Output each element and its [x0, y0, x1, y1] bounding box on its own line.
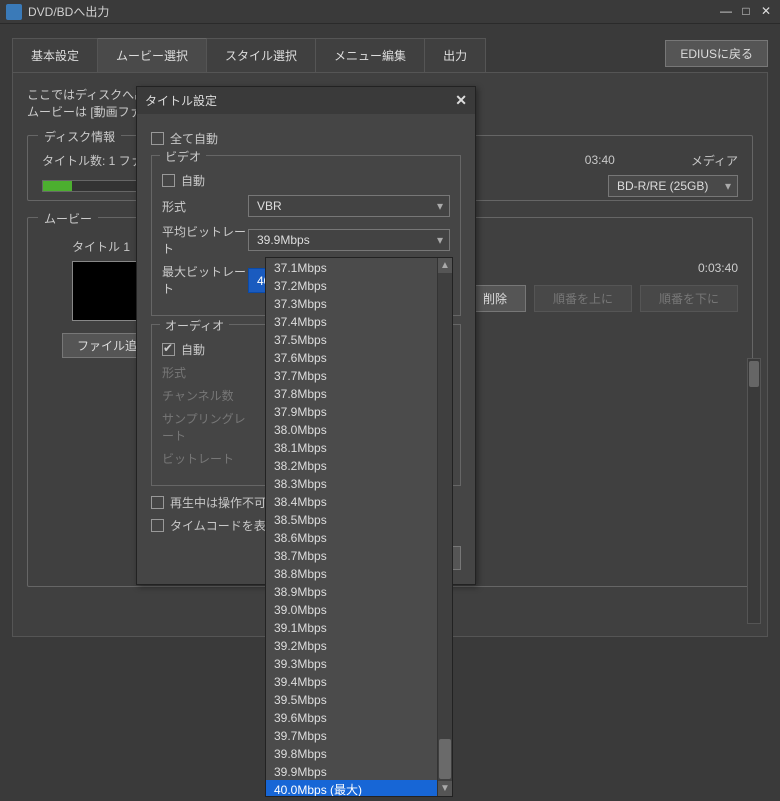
dropdown-item[interactable]: 37.9Mbps: [266, 402, 437, 420]
media-select[interactable]: BD-R/RE (25GB): [608, 175, 738, 197]
dropdown-item[interactable]: 38.2Mbps: [266, 456, 437, 474]
all-auto-label: 全て自動: [170, 130, 218, 147]
dialog-title: タイトル設定: [145, 92, 217, 109]
no-operation-during-playback-checkbox[interactable]: [151, 496, 164, 509]
dropdown-item[interactable]: 37.7Mbps: [266, 366, 437, 384]
all-auto-checkbox[interactable]: [151, 132, 164, 145]
dropdown-scroll-thumb[interactable]: [439, 739, 451, 779]
audio-auto-checkbox[interactable]: [162, 343, 175, 356]
audio-format-label: 形式: [162, 364, 248, 381]
minimize-button[interactable]: —: [718, 5, 734, 19]
title-count-label: タイトル数: 1 ファ: [42, 152, 143, 169]
dropdown-item[interactable]: 38.5Mbps: [266, 510, 437, 528]
disc-usage-bar: [42, 180, 142, 192]
audio-auto-label: 自動: [181, 341, 205, 358]
movie-group-title: ムービー: [38, 210, 98, 227]
tab-style-select[interactable]: スタイル選択: [206, 38, 316, 72]
panel-scrollbar[interactable]: [747, 358, 761, 624]
dropdown-item[interactable]: 38.0Mbps: [266, 420, 437, 438]
tab-basic-settings[interactable]: 基本設定: [12, 38, 98, 72]
close-window-button[interactable]: ✕: [758, 5, 774, 19]
avg-bitrate-label: 平均ビットレート: [162, 223, 248, 257]
dropdown-item[interactable]: 37.4Mbps: [266, 312, 437, 330]
movie-duration: 0:03:40: [698, 261, 738, 275]
dropdown-item[interactable]: 37.8Mbps: [266, 384, 437, 402]
scroll-up-arrow-icon[interactable]: ▲: [438, 258, 452, 273]
show-timecode-label: タイムコードを表示: [170, 517, 278, 534]
dropdown-item[interactable]: 39.6Mbps: [266, 708, 437, 726]
app-logo-icon: [6, 4, 22, 20]
dropdown-item[interactable]: 39.0Mbps: [266, 600, 437, 618]
window-titlebar: DVD/BDへ出力 — □ ✕: [0, 0, 780, 24]
max-bitrate-label: 最大ビットレート: [162, 263, 248, 297]
move-up-button: 順番を上に: [534, 285, 632, 312]
max-bitrate-dropdown[interactable]: 37.1Mbps37.2Mbps37.3Mbps37.4Mbps37.5Mbps…: [265, 257, 453, 797]
media-label: メディア: [691, 152, 738, 169]
tab-output[interactable]: 出力: [424, 38, 486, 72]
dropdown-item[interactable]: 39.8Mbps: [266, 744, 437, 762]
audio-bitrate-label: ビットレート: [162, 450, 248, 467]
scrollbar-thumb[interactable]: [749, 361, 759, 387]
tab-menu-edit[interactable]: メニュー編集: [315, 38, 425, 72]
maximize-button[interactable]: □: [738, 5, 754, 19]
dropdown-item[interactable]: 39.3Mbps: [266, 654, 437, 672]
dialog-titlebar: タイトル設定 ✕: [137, 87, 475, 114]
scroll-down-arrow-icon[interactable]: ▼: [438, 781, 452, 796]
dropdown-item[interactable]: 39.9Mbps: [266, 762, 437, 780]
avg-bitrate-combo[interactable]: 39.9Mbps: [248, 229, 450, 251]
dropdown-item[interactable]: 38.9Mbps: [266, 582, 437, 600]
dropdown-item[interactable]: 39.1Mbps: [266, 618, 437, 636]
dropdown-item[interactable]: 37.5Mbps: [266, 330, 437, 348]
disc-info-title: ディスク情報: [38, 128, 121, 145]
return-to-edius-button[interactable]: EDIUSに戻る: [665, 40, 768, 67]
dropdown-item[interactable]: 39.7Mbps: [266, 726, 437, 744]
dropdown-item[interactable]: 39.2Mbps: [266, 636, 437, 654]
dropdown-item[interactable]: 39.5Mbps: [266, 690, 437, 708]
no-operation-label: 再生中は操作不可: [170, 494, 266, 511]
dropdown-item[interactable]: 38.8Mbps: [266, 564, 437, 582]
main-tabs: 基本設定 ムービー選択 スタイル選択 メニュー編集 出力 EDIUSに戻る: [0, 24, 780, 72]
dropdown-item[interactable]: 39.4Mbps: [266, 672, 437, 690]
channels-label: チャンネル数: [162, 387, 248, 404]
video-format-label: 形式: [162, 198, 248, 215]
dropdown-item[interactable]: 37.2Mbps: [266, 276, 437, 294]
dropdown-item[interactable]: 38.6Mbps: [266, 528, 437, 546]
dropdown-item[interactable]: 38.3Mbps: [266, 474, 437, 492]
video-format-combo[interactable]: VBR: [248, 195, 450, 217]
tab-movie-select[interactable]: ムービー選択: [97, 38, 207, 72]
dropdown-item[interactable]: 38.7Mbps: [266, 546, 437, 564]
video-auto-checkbox[interactable]: [162, 174, 175, 187]
disc-time: 03:40: [585, 153, 615, 167]
move-down-button: 順番を下に: [640, 285, 738, 312]
show-timecode-checkbox[interactable]: [151, 519, 164, 532]
dropdown-item[interactable]: 38.4Mbps: [266, 492, 437, 510]
dialog-close-button[interactable]: ✕: [455, 92, 467, 109]
sampling-rate-label: サンプリングレート: [162, 410, 248, 444]
dropdown-item[interactable]: 40.0Mbps (最大): [266, 780, 437, 796]
dropdown-item[interactable]: 38.1Mbps: [266, 438, 437, 456]
video-group-title: ビデオ: [160, 148, 206, 165]
dropdown-scrollbar[interactable]: ▲ ▼: [437, 258, 452, 796]
dropdown-item[interactable]: 37.1Mbps: [266, 258, 437, 276]
audio-group-title: オーディオ: [160, 317, 229, 334]
dropdown-item[interactable]: 37.3Mbps: [266, 294, 437, 312]
video-auto-label: 自動: [181, 172, 205, 189]
dropdown-item[interactable]: 37.6Mbps: [266, 348, 437, 366]
window-title: DVD/BDへ出力: [28, 3, 718, 20]
